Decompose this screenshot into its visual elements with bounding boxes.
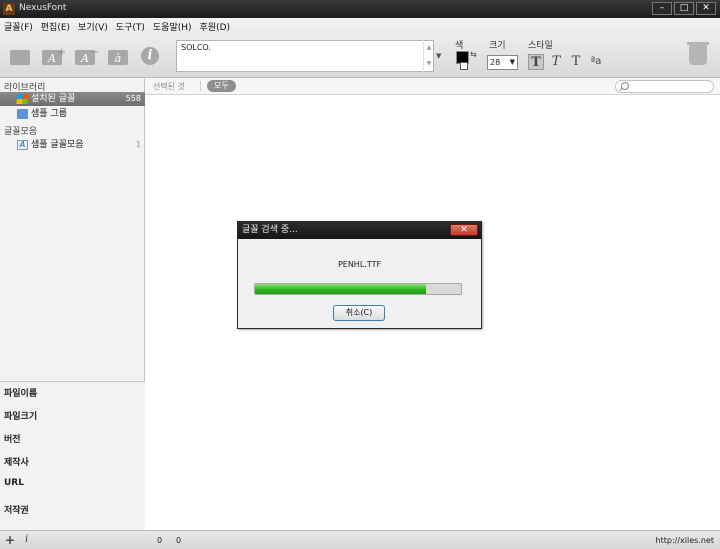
app-logo-icon: A [3, 3, 15, 15]
info-filesize-label: 파일크기 [4, 412, 38, 422]
menu-font[interactable]: 글꼴(F) [4, 20, 33, 33]
character-map-icon[interactable]: à [106, 45, 130, 67]
printer-icon[interactable] [8, 45, 32, 67]
remove-folder-icon[interactable]: A − [73, 45, 99, 67]
tab-divider [200, 81, 201, 91]
sidebar-item-label: 샘플 그룹 [31, 109, 67, 119]
font-size-select[interactable]: 28 ▼ [487, 55, 518, 70]
font-collection-icon: A [17, 140, 28, 150]
maximize-icon[interactable]: □ [674, 2, 694, 15]
searching-fonts-dialog: 글꼴 검색 중... ✕ PENHL.TTF 취소(C) [237, 221, 482, 329]
search-icon [621, 82, 629, 90]
dialog-close-icon[interactable]: ✕ [450, 224, 478, 236]
menu-help[interactable]: 도움말(H) [153, 20, 192, 33]
info-toggle-icon[interactable]: i [25, 534, 28, 545]
info-maker-label: 제작사 [4, 458, 29, 468]
search-input[interactable] [615, 80, 714, 93]
font-info-panel: 파일이름 파일크기 버전 제작사 URL 저작권 [0, 381, 145, 530]
preview-dropdown-icon[interactable]: ▼ [436, 52, 441, 60]
status-count-1: 0 [157, 536, 163, 545]
info-version-label: 버전 [4, 435, 21, 445]
style-regular-button[interactable]: T [568, 54, 584, 70]
background-color-swatch[interactable] [460, 62, 468, 70]
folder-icon [17, 109, 28, 119]
dialog-title: 글꼴 검색 중... [238, 222, 481, 239]
preview-scrollbar[interactable]: ▲ ▼ [423, 40, 434, 72]
color-label: 색 [455, 41, 464, 51]
preview-text-input[interactable]: SOLCO. [176, 40, 434, 72]
font-size-value: 28 [490, 58, 501, 67]
add-folder-icon[interactable]: A + [40, 45, 66, 67]
windows-icon [16, 94, 29, 104]
menu-tools[interactable]: 도구(T) [116, 20, 145, 33]
add-icon[interactable]: + [5, 533, 15, 547]
info-filename-label: 파일이름 [4, 389, 38, 399]
info-icon[interactable]: i [138, 45, 162, 67]
sidebar-item-count: 1 [135, 140, 141, 149]
style-bold-button[interactable]: T [528, 54, 544, 70]
size-label: 크기 [489, 41, 506, 51]
status-count-2: 0 [176, 536, 182, 545]
swap-colors-icon[interactable]: ⇆ [470, 50, 477, 59]
title-bar: A NexusFont – □ ✕ [0, 0, 720, 18]
window-controls: – □ ✕ [652, 2, 716, 15]
menu-bar: 글꼴(F) 편집(E) 보기(V) 도구(T) 도움말(H) 후원(D) [0, 18, 720, 35]
info-url-label: URL [4, 478, 24, 488]
collection-header: 글꼴모음 [4, 127, 38, 137]
sidebar-item-installed-fonts[interactable]: 설치된 글꼴 558 [0, 92, 145, 106]
sidebar-item-label: 샘플 글꼴모음 [31, 140, 84, 150]
sidebar-item-sample-group[interactable]: 샘플 그룹 [0, 107, 145, 121]
sidebar-item-count: 558 [125, 94, 141, 103]
filter-tab-bar: 선택된 것 모두 [145, 78, 720, 95]
minimize-icon[interactable]: – [652, 2, 672, 15]
website-link[interactable]: http://xiles.net [656, 536, 714, 545]
sidebar-item-sample-collection[interactable]: A 샘플 글꼴모음 1 [0, 138, 145, 152]
menu-edit[interactable]: 편집(E) [41, 20, 70, 33]
tab-selected[interactable]: 선택된 것 [153, 81, 185, 92]
style-case-button[interactable]: ªa [588, 54, 604, 70]
window-title: NexusFont [19, 3, 67, 13]
menu-donate[interactable]: 후원(D) [200, 20, 231, 33]
sidebar-item-label: 설치된 글꼴 [31, 94, 76, 104]
close-icon[interactable]: ✕ [696, 2, 716, 15]
progress-bar [254, 283, 462, 295]
trash-icon[interactable] [687, 42, 709, 65]
tab-all[interactable]: 모두 [207, 80, 236, 92]
chevron-down-icon: ▼ [509, 58, 515, 66]
menu-view[interactable]: 보기(V) [78, 20, 108, 33]
cancel-button[interactable]: 취소(C) [333, 305, 385, 321]
info-copyright-label: 저작권 [4, 506, 29, 516]
progress-bar-fill [255, 284, 426, 294]
style-label: 스타일 [528, 41, 553, 51]
status-bar: + i 0 0 http://xiles.net [0, 530, 720, 549]
current-filename: PENHL.TTF [337, 260, 382, 269]
style-italic-button[interactable]: T [548, 54, 564, 70]
